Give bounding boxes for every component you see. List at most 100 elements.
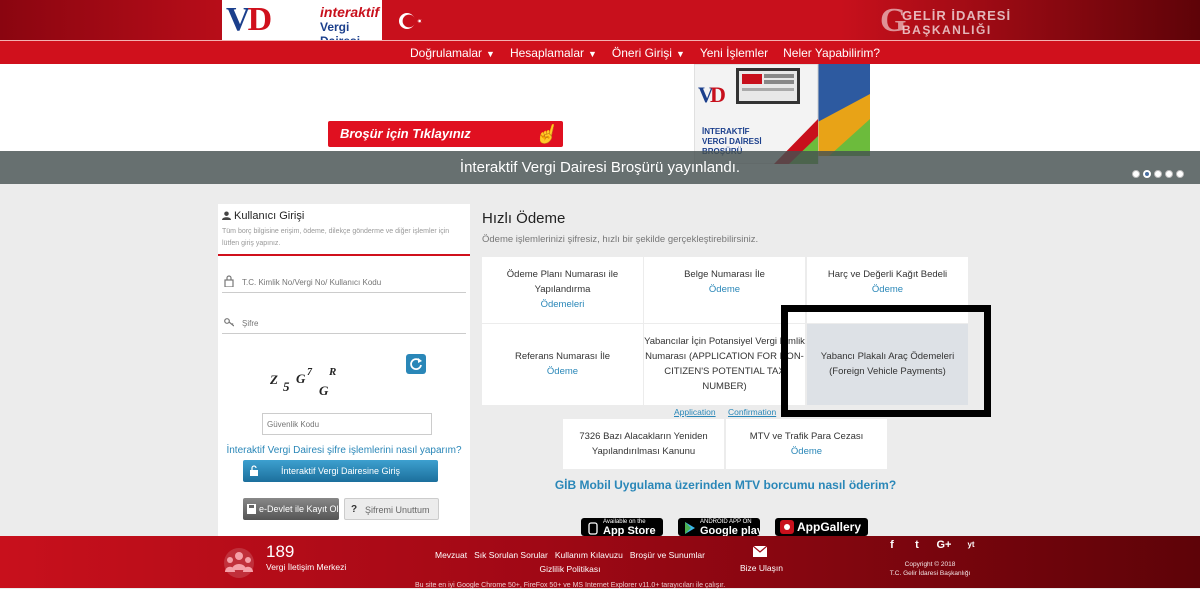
banner-slider: Broşür için Tıklayınız ☝ V D İNTERAKTİF … [0,64,1200,184]
card-document-number[interactable]: Belge Numarası İle Ödeme [644,257,805,323]
application-link[interactable]: Application [674,407,716,417]
facebook-icon[interactable]: f [886,538,898,552]
edevlet-register-button[interactable]: e-Devlet ile Kayıt Ol [243,498,339,520]
nav-item-label: Neler Yapabilirim? [783,46,881,60]
confirmation-link[interactable]: Confirmation [728,407,776,417]
card-link[interactable]: Ödeme [644,282,805,297]
nav-item-label: Öneri Girişi [611,46,672,60]
password-input[interactable] [242,313,462,333]
gib-mobile-mtv-link[interactable]: GİB Mobil Uygulama üzerinden MTV borcumu… [482,478,969,492]
gib-logo-line2: BAŞKANLIĞI [902,23,992,37]
footer-link[interactable]: Kullanım Kılavuzu [555,550,623,560]
nav-item-label: Yeni İşlemler [699,46,769,60]
refresh-icon [410,358,422,370]
card-fees[interactable]: Harç ve Değerli Kağıt Bedeli Ödeme [807,257,968,323]
footer-link[interactable]: Gizlilik Politikası [540,564,601,574]
call-center-label: Vergi İletişim Merkezi [266,562,347,572]
copyright-line2: T.C. Gelir İdaresi Başkanlığı [889,570,971,577]
forgot-password-button[interactable]: ? Şifremi Unuttum [344,498,439,520]
gib-logo-line1: GELİR İDARESİ [902,8,1012,23]
nav-item-0[interactable]: Doğrulamalar ▼ [410,41,495,65]
card-link[interactable]: Ödeme [482,364,643,379]
card-text: Yabancılar İçin Potansiyel Vergi Kimlik … [644,336,805,392]
banner-caption-bar: İnteraktif Vergi Dairesi Broşürü yayınla… [0,151,1200,184]
login-button-label: İnteraktif Vergi Dairesine Giriş [280,466,401,476]
brochure-image-line1: İNTERAKTİF [702,127,750,136]
caret-down-icon: ▼ [486,49,495,59]
footer-link[interactable]: Broşür ve Sunumlar [630,550,705,560]
password-help-link[interactable]: İnteraktif Vergi Dairesi şifre işlemleri… [218,445,470,456]
caret-down-icon: ▼ [588,49,597,59]
card-foreign-vehicle[interactable]: Yabancı Plakalı Araç Ödemeleri (Foreign … [807,324,968,405]
card-link[interactable]: Ödeme [726,444,887,459]
turkish-flag-icon [392,6,432,36]
lock-icon [224,275,234,287]
brochure-button-label: Broşür için Tıklayınız [340,126,471,141]
card-foreigner-tax-number[interactable]: Yabancılar İçin Potansiyel Vergi Kimlik … [644,324,805,405]
footer-link[interactable]: Mevzuat [435,550,467,560]
brochure-image-line2: VERGİ DAİRESİ [702,137,762,146]
card-reference-number[interactable]: Referans Numarası İle Ödeme [482,324,643,405]
id-field [222,272,466,293]
captcha-char: Z [270,372,278,387]
card-mtv-traffic-fine[interactable]: MTV ve Trafik Para Cezası Ödeme [726,419,887,469]
captcha-char: 5 [283,379,290,394]
login-description: Tüm borç bilgisine erişim, ödeme, dilekç… [222,228,450,247]
carousel-dot[interactable] [1154,170,1162,178]
carousel-dot[interactable] [1176,170,1184,178]
nav-item-4[interactable]: Neler Yapabilirim? [783,41,880,65]
ivd-logo-mark: VD [226,1,272,38]
caret-down-icon: ▼ [675,49,685,59]
top-header: VD interaktif Vergi Dairesi G GELİR İDAR… [0,0,1200,48]
save-icon [247,504,256,514]
carousel-dot[interactable] [1165,170,1173,178]
people-icon [224,548,254,578]
nav-item-label: Hesaplamalar [509,46,584,60]
app-store-badge[interactable]: Available on the App Store [581,518,663,536]
gib-logo[interactable]: G GELİR İDARESİ BAŞKANLIĞI [880,4,1010,38]
google-plus-icon[interactable]: G+ [936,538,952,552]
card-text: Harç ve Değerli Kağıt Bedeli [827,269,948,280]
google-play-badge[interactable]: ANDROID APP ON Google play [678,518,760,536]
copyright: Copyright © 2018 T.C. Gelir İdaresi Başk… [880,560,980,578]
login-header: Kullanıcı Girişi Tüm borç bilgisine eriş… [218,204,470,256]
carousel-dot[interactable] [1143,170,1151,178]
appgallery-badge[interactable]: AppGallery [775,518,868,536]
carousel-dot[interactable] [1132,170,1140,178]
card-link[interactable]: Ödeme [807,282,968,297]
login-button[interactable]: İnteraktif Vergi Dairesine Giriş [243,460,438,482]
social-links: f t G+ yt [886,538,977,552]
id-input[interactable] [242,272,462,292]
svg-text:D: D [710,82,726,107]
security-code-input[interactable] [262,413,432,435]
nav-item-3[interactable]: Yeni İşlemler [700,41,768,65]
twitter-icon[interactable]: t [911,538,923,552]
youtube-icon[interactable]: yt [965,538,977,552]
footer: 189 Vergi İletişim Merkezi Mevzuat Sık So… [0,536,1200,589]
captcha-char: G [296,371,306,386]
call-center-number[interactable]: 189 [266,542,294,562]
ivd-logo[interactable]: VD interaktif Vergi Dairesi [222,0,382,48]
contact-label: Bize Ulaşın [740,563,783,573]
card-text: Yabancı Plakalı Araç Ödemeleri (Foreign … [820,351,955,377]
key-icon [224,318,234,327]
captcha-refresh-button[interactable] [406,354,426,374]
contact-us[interactable]: Bize Ulaşın [740,546,783,574]
question-icon: ? [351,504,358,515]
card-text: 7326 Bazı Alacakların Yeniden Yapılandır… [579,431,708,457]
card-link[interactable]: Ödemeleri [482,297,643,312]
brochure-button[interactable]: Broşür için Tıklayınız ☝ [328,121,563,147]
card-law-7326[interactable]: 7326 Bazı Alacakların Yeniden Yapılandır… [563,419,724,469]
captcha-char: G [319,383,329,398]
brochure-image[interactable]: V D İNTERAKTİF VERGİ DAİRESİ BROŞÜRÜ [694,64,874,164]
edevlet-button-label: e-Devlet ile Kayıt Ol [259,504,339,514]
nav-item-1[interactable]: Hesaplamalar ▼ [510,41,597,65]
apple-icon [588,522,598,535]
carousel-dots [1132,170,1184,178]
user-icon [222,211,231,220]
nav-list: Doğrulamalar ▼ Hesaplamalar ▼ Öneri Girişi ▼ Y… [410,41,880,65]
footer-link[interactable]: Sık Sorulan Sorular [474,550,548,560]
captcha-char: R [329,366,337,378]
card-payment-plan[interactable]: Ödeme Planı Numarası ile Yapılandırma Öde… [482,257,643,323]
nav-item-2[interactable]: Öneri Girişi ▼ [612,41,685,65]
